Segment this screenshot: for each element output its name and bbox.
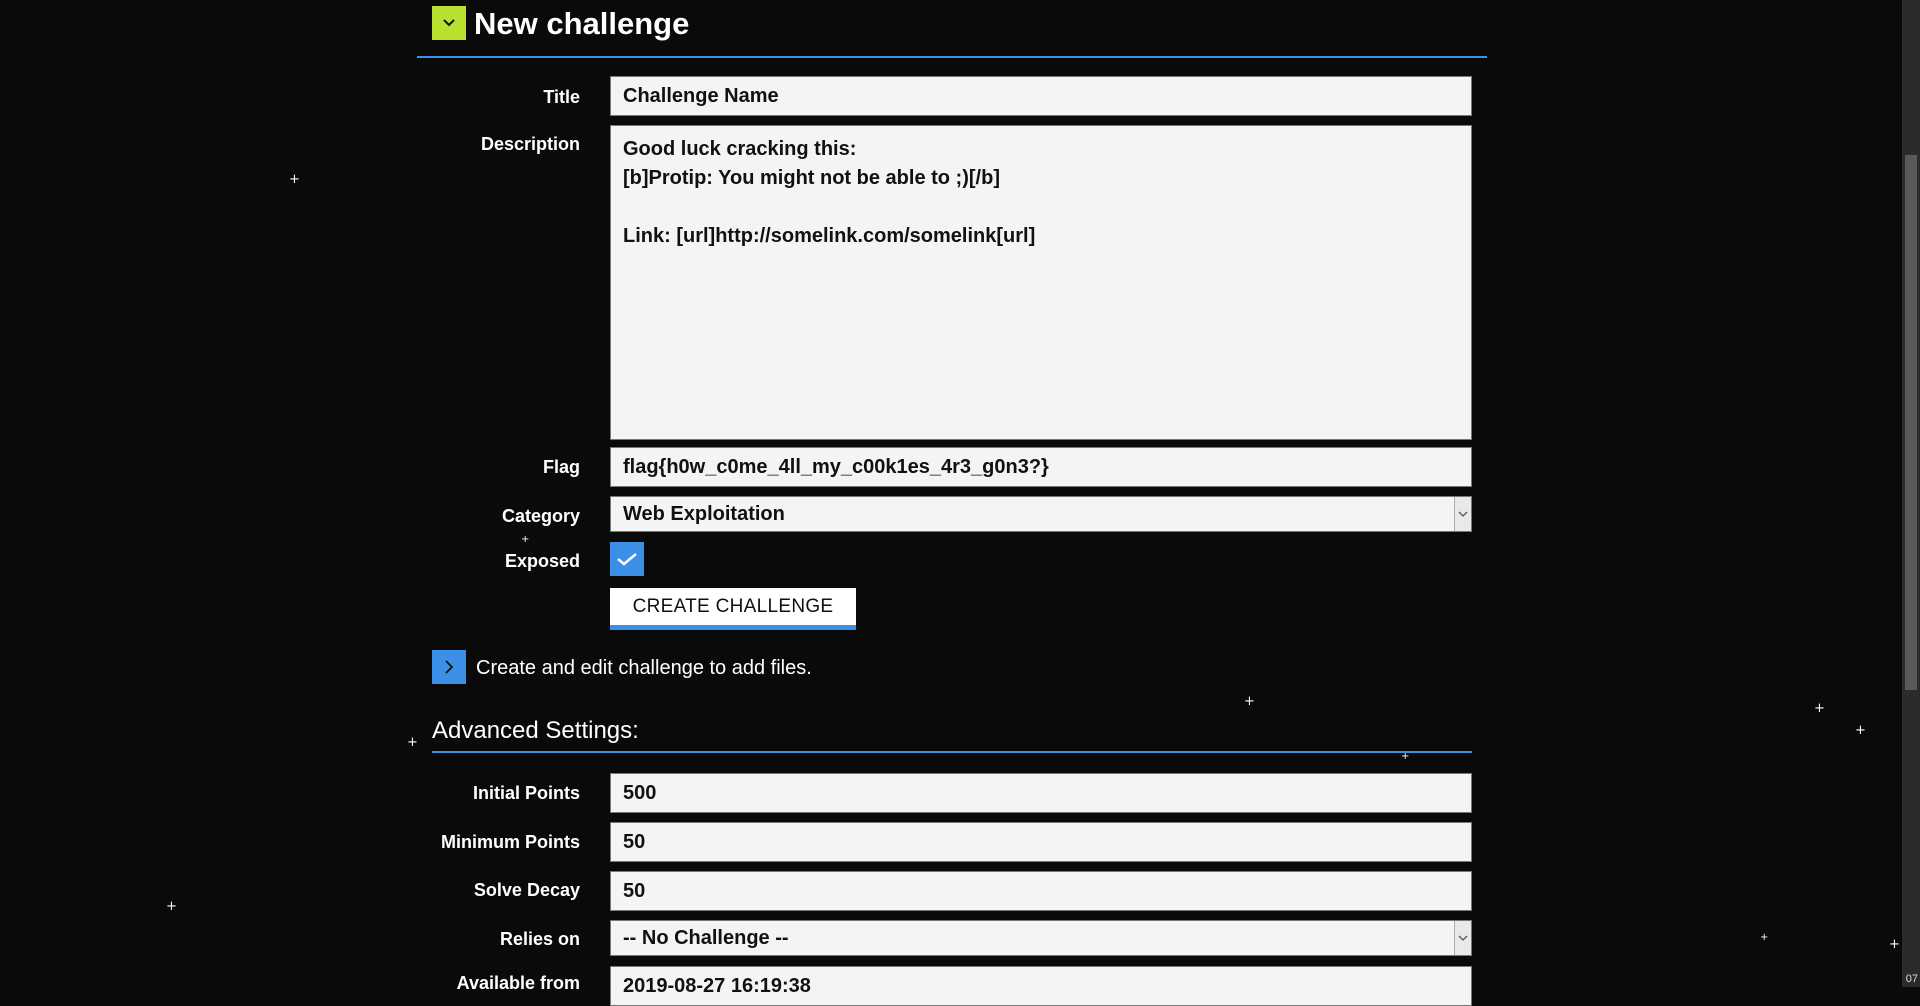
- star-decoration: +: [521, 534, 530, 545]
- scrollbar-thumb[interactable]: [1905, 155, 1917, 690]
- solve-decay-label: Solve Decay: [473, 880, 580, 900]
- select-arrow-icon: [1454, 497, 1471, 531]
- star-decoration: +: [1401, 751, 1410, 762]
- star-decoration: +: [1889, 937, 1900, 952]
- exposed-checkbox[interactable]: [610, 542, 644, 576]
- chevron-right-icon: [445, 660, 454, 674]
- new-challenge-header: New challenge: [417, 0, 1487, 58]
- chevron-down-icon: [443, 19, 455, 27]
- star-decoration: +: [166, 899, 177, 914]
- category-label: Category: [501, 506, 580, 526]
- relies-on-select[interactable]: -- No Challenge --: [610, 920, 1472, 956]
- initial-points-input[interactable]: 500: [610, 773, 1472, 813]
- description-textarea[interactable]: Good luck cracking this: [b]Protip: You …: [610, 125, 1472, 440]
- files-expand-button[interactable]: [432, 650, 466, 684]
- select-arrow-icon: [1454, 921, 1471, 955]
- star-decoration: +: [407, 735, 418, 750]
- available-from-input[interactable]: 2019-08-27 16:19:38: [610, 966, 1472, 1006]
- minimum-points-label: Minimum Points: [441, 832, 580, 852]
- star-decoration: +: [1814, 701, 1825, 716]
- star-decoration: +: [289, 172, 300, 187]
- advanced-settings-divider: [432, 751, 1472, 753]
- title-label: Title: [543, 87, 580, 107]
- checkmark-icon: [617, 553, 637, 566]
- relies-on-selected-value: -- No Challenge --: [623, 927, 789, 949]
- minimum-points-input[interactable]: 50: [610, 822, 1472, 862]
- page-title: New challenge: [474, 6, 690, 41]
- category-select[interactable]: Web Exploitation: [610, 496, 1472, 532]
- title-input[interactable]: Challenge Name: [610, 76, 1472, 116]
- flag-input[interactable]: flag{h0w_c0me_4ll_my_c00k1es_4r3_g0n3?}: [610, 447, 1472, 487]
- files-note: Create and edit challenge to add files.: [476, 657, 812, 679]
- description-label: Description: [480, 134, 580, 154]
- corner-text: 07: [1905, 973, 1918, 985]
- exposed-label: Exposed: [504, 551, 580, 571]
- star-decoration: +: [1855, 723, 1866, 738]
- initial-points-label: Initial Points: [472, 783, 580, 803]
- relies-on-label: Relies on: [499, 929, 580, 949]
- advanced-settings-title: Advanced Settings:: [432, 717, 639, 744]
- solve-decay-input[interactable]: 50: [610, 871, 1472, 911]
- collapse-toggle-button[interactable]: [432, 6, 466, 40]
- available-from-label: Available from: [456, 973, 580, 993]
- flag-label: Flag: [542, 457, 580, 477]
- category-selected-value: Web Exploitation: [623, 503, 785, 525]
- star-decoration: +: [1244, 694, 1255, 709]
- star-decoration: +: [1760, 932, 1769, 943]
- create-challenge-button[interactable]: CREATE CHALLENGE: [610, 588, 856, 630]
- vertical-scrollbar[interactable]: [1902, 0, 1920, 987]
